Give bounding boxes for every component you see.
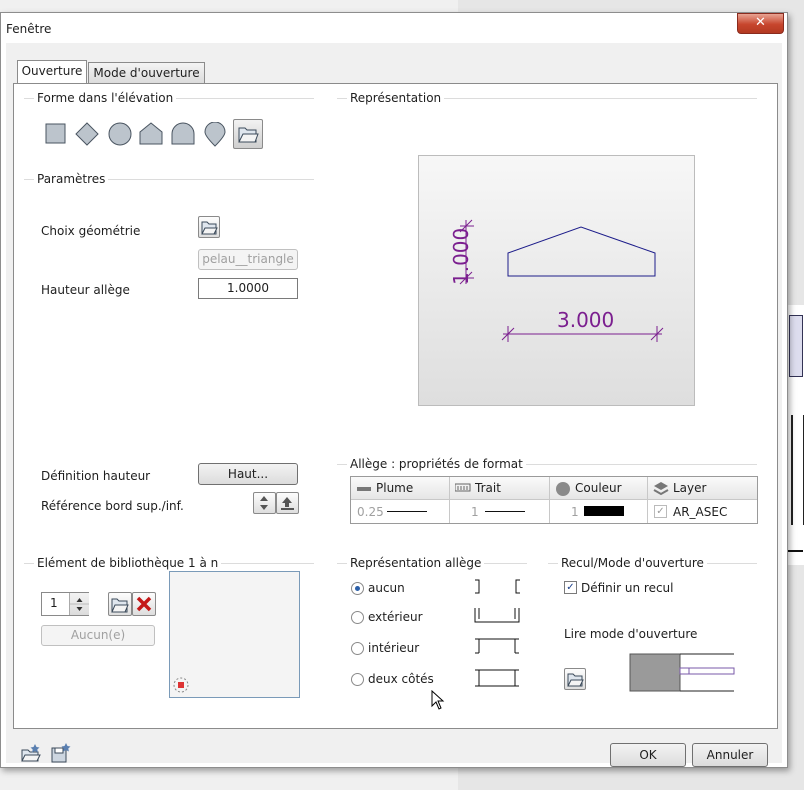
tab-mode-ouverture[interactable]: Mode d'ouverture [88, 62, 205, 83]
window-title: Fenêtre [6, 22, 52, 36]
sill-deux-cotes-icon [475, 669, 519, 687]
recul-legend: Recul/Mode d'ouverture [558, 556, 707, 570]
shape-square-button[interactable] [45, 123, 67, 148]
trait-line-sample [485, 511, 525, 512]
representation-preview: 1.000 3.000 [418, 155, 695, 406]
parametres-group: Paramètres [24, 172, 314, 186]
mouse-cursor-icon [431, 690, 445, 710]
radio-aucun-label: aucun [368, 581, 405, 595]
lire-mode-button[interactable] [564, 668, 586, 690]
shape-diamond-button[interactable] [75, 122, 99, 149]
arrow-up-bar-icon [281, 497, 294, 510]
folder-open-icon [201, 221, 218, 235]
radio-interieur-label: intérieur [368, 641, 420, 655]
shape-arch-button[interactable] [171, 122, 195, 149]
shape-circle-button[interactable] [108, 122, 132, 149]
rep-allege-legend: Représentation allège [347, 556, 485, 570]
recul-group: Recul/Mode d'ouverture [548, 556, 757, 570]
folder-open-icon [238, 127, 259, 143]
header-layer: Layer [673, 481, 707, 495]
plume-line-sample [387, 511, 427, 512]
couleur-value[interactable]: 1 [571, 505, 579, 519]
library-legend: Elément de bibliothèque 1 à n [34, 556, 222, 570]
layer-checkbox[interactable]: ✓ [654, 505, 667, 518]
geometry-value-button[interactable]: pelau__triangle [198, 249, 298, 270]
radio-interieur[interactable] [351, 642, 364, 655]
lire-mode-label: Lire mode d'ouverture [564, 627, 698, 641]
opening-mode-preview [629, 653, 735, 692]
radio-exterieur[interactable] [351, 611, 364, 624]
allege-props-group: Allège : propriétés de format [337, 457, 757, 471]
hauteur-allege-input[interactable]: 1.0000 [198, 278, 298, 299]
allege-props-legend: Allège : propriétés de format [347, 457, 526, 471]
dialog-window: Fenêtre ✕ Ouverture Mode d'ouverture For… [0, 12, 788, 768]
haut-button[interactable]: Haut... [198, 463, 298, 485]
couleur-swatch [584, 506, 624, 516]
folder-open-icon [567, 673, 584, 687]
shape-gable-button[interactable] [139, 122, 163, 149]
representation-group: Représentation [337, 91, 757, 105]
spinner-updown-icon [70, 598, 89, 611]
title-bar: Fenêtre ✕ [1, 13, 787, 43]
rep-allege-group: Représentation allège [337, 556, 527, 570]
pen-icon [357, 487, 371, 491]
sill-aucun-icon [475, 579, 520, 594]
library-group: Elément de bibliothèque 1 à n [24, 556, 314, 570]
choix-geometrie-label: Choix géométrie [41, 224, 141, 238]
tab-ouverture[interactable]: Ouverture [17, 60, 87, 83]
dimension-height: 1.000 [449, 227, 473, 285]
library-open-button[interactable] [108, 592, 132, 616]
align-top-button[interactable] [276, 492, 299, 514]
format-table: Plume Trait Couleur Layer 0.25 1 1 ✓ AR_… [350, 476, 758, 524]
color-circle-icon [556, 482, 570, 496]
library-preview [169, 571, 300, 698]
layer-value[interactable]: AR_ASEC [673, 505, 727, 519]
forme-legend: Forme dans l'élévation [34, 91, 177, 105]
move-vertical-button[interactable] [253, 492, 276, 514]
spinner-arrows[interactable] [69, 593, 89, 615]
radio-aucun[interactable] [351, 582, 364, 595]
line-type-icon [455, 483, 471, 492]
trait-value[interactable]: 1 [471, 505, 479, 519]
sill-interieur-icon [475, 638, 519, 654]
aucun-button[interactable]: Aucun(e) [41, 625, 155, 646]
definir-recul-checkbox[interactable]: ✓ [564, 581, 577, 594]
choix-geometrie-button[interactable] [198, 216, 220, 238]
folder-open-icon [111, 598, 129, 613]
shape-library-button[interactable] [233, 119, 263, 149]
ok-button[interactable]: OK [610, 743, 686, 767]
header-couleur: Couleur [575, 481, 622, 495]
target-icon [173, 677, 189, 693]
red-x-icon [136, 596, 152, 612]
library-delete-button[interactable] [132, 592, 156, 616]
dimension-width: 3.000 [557, 308, 615, 332]
shape-drop-button[interactable] [204, 121, 226, 151]
forme-group: Forme dans l'élévation [24, 91, 314, 139]
radio-deux-cotes[interactable] [351, 673, 364, 686]
arrows-vertical-icon [260, 496, 268, 510]
header-trait: Trait [475, 481, 501, 495]
hauteur-allege-label: Hauteur allège [41, 283, 130, 297]
definir-recul-label: Définir un recul [581, 581, 674, 595]
favorite-save-icon[interactable] [50, 742, 72, 764]
layer-icon [653, 482, 669, 496]
library-spinner-value: 1 [50, 596, 58, 610]
cancel-button[interactable]: Annuler [692, 743, 768, 767]
radio-exterieur-label: extérieur [368, 610, 423, 624]
header-plume: Plume [376, 481, 414, 495]
plume-value[interactable]: 0.25 [357, 505, 384, 519]
tab-panel: Forme dans l'élévation Paramètres Choix … [13, 83, 778, 729]
representation-legend: Représentation [347, 91, 445, 105]
definition-hauteur-label: Définition hauteur [41, 469, 151, 483]
close-button[interactable]: ✕ [737, 13, 784, 34]
sill-exterieur-icon [474, 608, 520, 623]
favorite-load-icon[interactable] [20, 743, 42, 763]
parametres-legend: Paramètres [34, 172, 109, 186]
reference-bord-label: Référence bord sup./inf. [41, 499, 184, 513]
library-spinner[interactable]: 1 [41, 592, 89, 616]
radio-deux-cotes-label: deux côtés [368, 672, 434, 686]
dialog-client: Ouverture Mode d'ouverture Forme dans l'… [6, 43, 782, 767]
